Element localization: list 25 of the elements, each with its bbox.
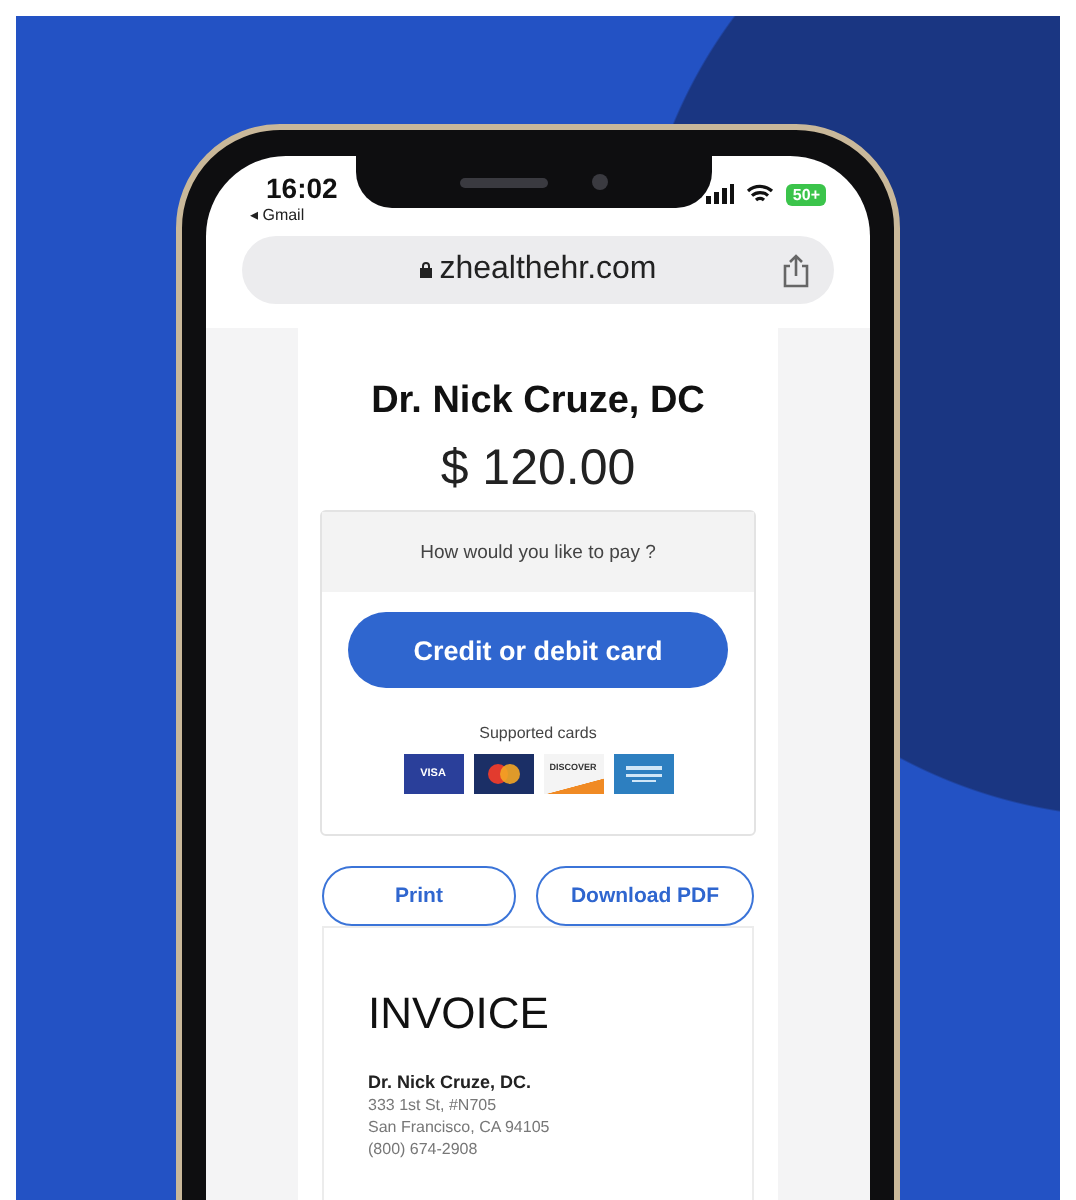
address-line: San Francisco, CA 94105 (368, 1118, 552, 1136)
address-line: 333 1st St, #N705 (368, 1096, 499, 1114)
amount-due: $ 120.00 (440, 440, 636, 498)
print-button[interactable]: Print (322, 866, 516, 926)
amex-logo (613, 754, 673, 794)
mastercard-logo (473, 754, 533, 794)
invoice-provider: Dr. Nick Cruze, DC. (368, 1072, 534, 1092)
card-payment-button[interactable]: Credit or debit card (348, 612, 728, 688)
url-text: zhealthehr.com (439, 252, 657, 288)
speaker-grille (460, 177, 548, 187)
battery-indicator: 50+ (786, 183, 826, 205)
address-bar[interactable]: zhealthehr.com (242, 236, 834, 304)
camera-dot (592, 174, 608, 190)
wifi-icon (746, 184, 775, 204)
back-link[interactable]: ◂ Gmail (250, 206, 338, 224)
signal-icon (706, 184, 735, 204)
invoice-title: INVOICE (368, 988, 551, 1040)
download-button[interactable]: Download PDF (536, 866, 754, 926)
supported-cards-label: Supported cards (479, 724, 597, 742)
share-icon[interactable] (782, 254, 810, 288)
provider-name: Dr. Nick Cruze, DC (371, 380, 705, 424)
status-time: 16:02 (266, 172, 338, 204)
lock-icon (419, 262, 432, 278)
payment-prompt: How would you like to pay ? (322, 512, 754, 592)
address-line: (800) 674-2908 (368, 1140, 480, 1158)
